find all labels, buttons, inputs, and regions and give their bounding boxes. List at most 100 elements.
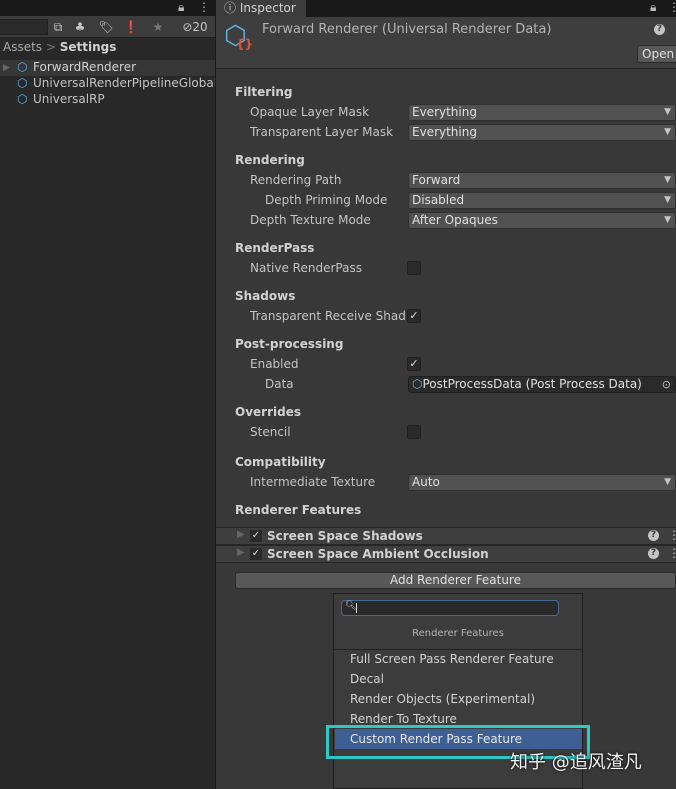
text-cursor — [356, 603, 357, 613]
project-search-input[interactable] — [0, 19, 48, 35]
section-rendering: Rendering — [235, 153, 305, 167]
list-item[interactable]: ▶ ⬡ ForwardRenderer — [0, 60, 215, 76]
intermediate-texture-dropdown[interactable]: Auto ▼ — [408, 474, 676, 491]
section-renderpass: RenderPass — [235, 241, 315, 255]
section-shadows: Shadows — [235, 289, 296, 303]
lock-icon[interactable]: 🔒︎ — [178, 0, 184, 15]
list-item[interactable]: ⬡ UniversalRP — [0, 92, 215, 108]
field-label: Transparent Receive Shadows — [250, 309, 406, 323]
chevron-down-icon: ▼ — [664, 215, 671, 225]
depth-texture-mode-dropdown[interactable]: After Opaques ▼ — [408, 212, 676, 229]
item-label: ForwardRenderer — [33, 60, 137, 74]
label-tag-icon[interactable]: 🏷︎ — [98, 18, 114, 36]
stencil-checkbox[interactable] — [407, 425, 421, 439]
transparent-receive-shadows-checkbox[interactable]: ✓ — [407, 309, 421, 323]
dropdown-value: Auto — [412, 475, 440, 489]
section-compatibility: Compatibility — [235, 455, 326, 469]
divider — [334, 649, 582, 650]
lock-icon[interactable]: 🔒︎ — [650, 0, 656, 15]
renderer-feature-row[interactable]: ▶ ✓ Screen Space Shadows ? ⋮ — [216, 527, 676, 545]
field-label: Depth Texture Mode — [250, 213, 371, 227]
filter-by-type-icon[interactable]: ♣ — [72, 18, 88, 36]
section-overrides: Overrides — [235, 405, 301, 419]
pipeline-asset-icon: ⬡ — [17, 92, 28, 106]
popup-search-input[interactable]: 🔍︎ — [341, 600, 559, 616]
breadcrumb-settings[interactable]: Settings — [60, 40, 117, 54]
help-icon[interactable]: ? — [648, 548, 659, 559]
popup-item[interactable]: Decal — [350, 672, 384, 686]
field-label: Native RenderPass — [250, 261, 362, 275]
help-icon[interactable]: ? — [654, 24, 665, 35]
panel-divider[interactable] — [215, 0, 216, 789]
list-item[interactable]: ⬡ UniversalRenderPipelineGlobalSettings — [0, 76, 215, 92]
chevron-down-icon: ▼ — [664, 477, 671, 487]
dropdown-value: Everything — [412, 105, 477, 119]
feature-enabled-checkbox[interactable]: ✓ — [250, 548, 262, 560]
more-menu-icon[interactable]: ⋮ — [668, 546, 676, 560]
opaque-layer-mask-dropdown[interactable]: Everything ▼ — [408, 104, 676, 121]
project-title-bar: 🔒︎ ⋮ — [0, 0, 215, 16]
breadcrumb: Assets > Settings — [3, 40, 117, 54]
renderer-feature-row[interactable]: ▶ ✓ Screen Space Ambient Occlusion ? ⋮ — [216, 545, 676, 563]
open-window-icon[interactable]: ⧉ — [50, 18, 66, 36]
section-renderer-features: Renderer Features — [235, 503, 362, 517]
dropdown-value: Forward — [412, 173, 461, 187]
expand-arrow-icon[interactable]: ▶ — [237, 547, 245, 558]
field-label: Enabled — [250, 357, 299, 371]
script-badge-icon: {} — [236, 37, 254, 51]
feature-enabled-checkbox[interactable]: ✓ — [250, 530, 262, 542]
chevron-down-icon: ▼ — [664, 107, 671, 117]
feature-name: Screen Space Shadows — [267, 529, 423, 543]
warning-icon[interactable]: ❗ — [123, 18, 139, 36]
post-process-data-object-field[interactable]: ⬡PostProcessData (Post Process Data) ⊙ — [408, 376, 676, 393]
inspector-header: ⬡ {} Forward Renderer (Universal Rendere… — [216, 17, 676, 69]
breadcrumb-assets[interactable]: Assets — [3, 40, 42, 54]
expand-arrow-icon[interactable]: ▶ — [237, 529, 245, 540]
more-menu-icon[interactable]: ⋮ — [668, 0, 676, 14]
more-menu-icon[interactable]: ⋮ — [198, 0, 210, 14]
popup-item[interactable]: Render To Texture — [350, 712, 457, 726]
item-label: UniversalRP — [33, 92, 105, 106]
hidden-count: 20 — [192, 20, 208, 34]
object-picker-icon[interactable]: ⊙ — [662, 377, 671, 392]
transparent-layer-mask-dropdown[interactable]: Everything ▼ — [408, 124, 676, 141]
asset-icon: ⬡ — [412, 377, 423, 391]
depth-priming-dropdown[interactable]: Disabled ▼ — [408, 192, 676, 209]
item-label: UniversalRenderPipelineGlobalSettings — [33, 76, 215, 90]
section-filtering: Filtering — [235, 85, 293, 99]
field-label: Opaque Layer Mask — [250, 105, 370, 119]
rendering-path-dropdown[interactable]: Forward ▼ — [408, 172, 676, 189]
favorite-star-icon[interactable]: ★ — [150, 18, 166, 36]
popup-item[interactable]: Full Screen Pass Renderer Feature — [350, 652, 554, 666]
open-button[interactable]: Open — [637, 45, 676, 63]
field-label: Data — [265, 377, 294, 391]
tab-label: Inspector — [239, 1, 296, 15]
help-icon[interactable]: ? — [648, 530, 659, 541]
dropdown-value: After Opaques — [412, 213, 498, 227]
post-processing-enabled-checkbox[interactable]: ✓ — [407, 357, 421, 371]
popup-item[interactable]: Render Objects (Experimental) — [350, 692, 535, 706]
native-renderpass-checkbox[interactable] — [407, 261, 421, 275]
dropdown-value: Everything — [412, 125, 477, 139]
feature-name: Screen Space Ambient Occlusion — [267, 547, 489, 561]
chevron-down-icon: ▼ — [664, 195, 671, 205]
settings-asset-icon: ⬡ — [17, 76, 28, 90]
checkmark-icon: ✓ — [409, 357, 419, 370]
field-label: Stencil — [250, 425, 291, 439]
field-label: Intermediate Texture — [250, 475, 376, 489]
eye-slash-icon: ⊘ — [182, 20, 193, 34]
expand-arrow-icon[interactable]: ▶ — [3, 60, 10, 76]
renderer-asset-icon: ⬡ — [17, 60, 28, 74]
chevron-down-icon: ▼ — [664, 127, 671, 137]
field-label: Depth Priming Mode — [265, 193, 388, 207]
info-icon: ⓘ — [224, 1, 240, 15]
chevron-down-icon: ▼ — [664, 175, 671, 185]
dropdown-value: Disabled — [412, 193, 465, 207]
hidden-packages-toggle[interactable]: ⊘20 — [175, 18, 215, 36]
popup-header: Renderer Features — [412, 628, 504, 639]
more-menu-icon[interactable]: ⋮ — [668, 528, 676, 542]
tab-inspector[interactable]: ⓘ Inspector — [216, 0, 306, 17]
add-renderer-feature-button[interactable]: Add Renderer Feature — [235, 572, 676, 589]
object-value: PostProcessData (Post Process Data) — [422, 377, 642, 391]
field-label: Transparent Layer Mask — [250, 125, 394, 139]
